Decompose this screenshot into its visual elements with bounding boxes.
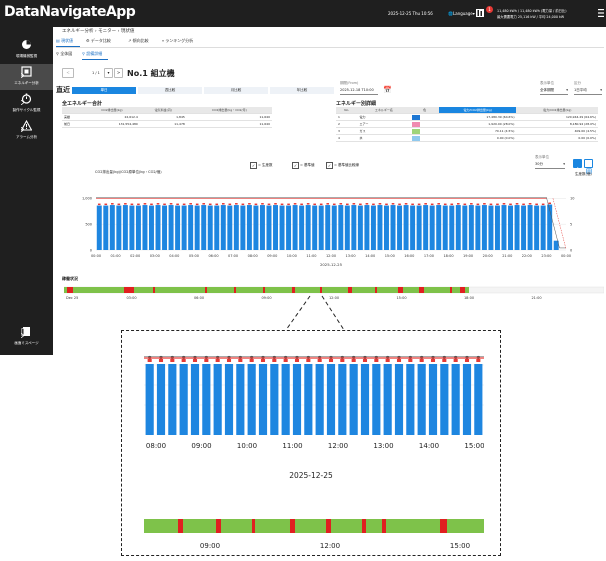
chart-bar bbox=[236, 364, 245, 435]
chart-bar bbox=[428, 364, 438, 435]
production-marker bbox=[476, 359, 481, 362]
x-tick-label: 14:00 bbox=[419, 442, 439, 450]
production-marker bbox=[249, 359, 254, 362]
x-tick-label: 15:00 bbox=[464, 442, 484, 450]
production-marker bbox=[408, 359, 413, 362]
production-marker bbox=[238, 359, 243, 362]
production-marker bbox=[147, 359, 152, 362]
chart-bar bbox=[338, 364, 347, 435]
production-marker bbox=[226, 359, 232, 362]
op-stop-segment bbox=[326, 519, 331, 533]
chart-bar bbox=[360, 364, 370, 435]
op-time-label: 15:00 bbox=[450, 542, 470, 550]
chart-bar bbox=[372, 364, 381, 435]
chart-bar bbox=[304, 364, 313, 435]
production-marker bbox=[442, 359, 447, 362]
production-marker bbox=[260, 359, 266, 362]
production-marker bbox=[396, 359, 402, 362]
production-marker bbox=[385, 359, 390, 362]
production-marker bbox=[340, 359, 345, 362]
op-running-segment bbox=[144, 519, 484, 533]
chart-bar bbox=[474, 364, 483, 435]
op-time-label: 09:00 bbox=[200, 542, 220, 550]
op-stop-segment bbox=[252, 519, 255, 533]
production-marker bbox=[272, 359, 277, 362]
chart-bar bbox=[258, 364, 268, 435]
chart-bar bbox=[190, 364, 200, 435]
chart-bar bbox=[326, 364, 336, 435]
op-stop-segment bbox=[290, 519, 295, 533]
chart-bar bbox=[179, 364, 188, 435]
production-marker bbox=[181, 359, 186, 362]
production-marker bbox=[430, 359, 436, 362]
production-marker bbox=[419, 359, 424, 362]
chart-bar bbox=[168, 364, 177, 435]
chart-bar bbox=[202, 364, 211, 435]
op-stop-segment bbox=[382, 519, 386, 533]
x-tick-label: 12:00 bbox=[328, 442, 348, 450]
production-marker bbox=[453, 359, 458, 362]
chart-bar bbox=[383, 364, 392, 435]
chart-bar bbox=[394, 364, 404, 435]
chart-bar bbox=[417, 364, 426, 435]
chart-bar bbox=[224, 364, 234, 435]
chart-bar bbox=[270, 364, 279, 435]
production-marker bbox=[158, 359, 164, 362]
chart-bar bbox=[315, 364, 324, 435]
production-marker bbox=[351, 359, 356, 362]
chart-bar bbox=[349, 364, 358, 435]
production-marker bbox=[317, 359, 322, 362]
chart-bar bbox=[156, 364, 166, 435]
production-marker bbox=[192, 359, 198, 362]
x-tick-label: 08:00 bbox=[146, 442, 166, 450]
chart-bar bbox=[213, 364, 222, 435]
zoom-operation-bar: 09:00 12:00 15:00 bbox=[144, 519, 484, 550]
production-marker bbox=[306, 359, 311, 362]
x-tick-label: 13:00 bbox=[373, 442, 393, 450]
op-stop-segment bbox=[216, 519, 221, 533]
production-marker bbox=[362, 359, 368, 362]
chart-bar bbox=[145, 364, 154, 435]
chart-bar bbox=[247, 364, 256, 435]
production-marker bbox=[170, 359, 175, 362]
production-marker bbox=[283, 359, 288, 362]
zoom-date-label: 2025-12-25 bbox=[289, 471, 333, 480]
zoom-inset: 08:00 09:00 10:00 11:00 12:00 13:00 14:00 15:00… bbox=[121, 330, 501, 556]
op-time-label: 12:00 bbox=[320, 542, 340, 550]
production-marker bbox=[328, 359, 334, 362]
production-marker bbox=[464, 359, 470, 362]
chart-bar bbox=[292, 364, 302, 435]
op-stop-segment bbox=[178, 519, 183, 533]
chart-bar bbox=[451, 364, 460, 435]
x-tick-label: 11:00 bbox=[282, 442, 302, 450]
x-tick-label: 09:00 bbox=[191, 442, 211, 450]
chart-bar bbox=[462, 364, 472, 435]
chart-bar bbox=[406, 364, 415, 435]
production-marker bbox=[204, 359, 209, 362]
production-marker bbox=[374, 359, 379, 362]
zoom-bar-chart: 08:00 09:00 10:00 11:00 12:00 13:00 14:00 15:00 bbox=[144, 355, 484, 450]
chart-bar bbox=[440, 364, 449, 435]
op-stop-segment bbox=[440, 519, 447, 533]
production-marker bbox=[294, 359, 300, 362]
x-tick-label: 10:00 bbox=[237, 442, 257, 450]
production-marker bbox=[215, 359, 220, 362]
chart-bar bbox=[281, 364, 290, 435]
op-stop-segment bbox=[362, 519, 366, 533]
